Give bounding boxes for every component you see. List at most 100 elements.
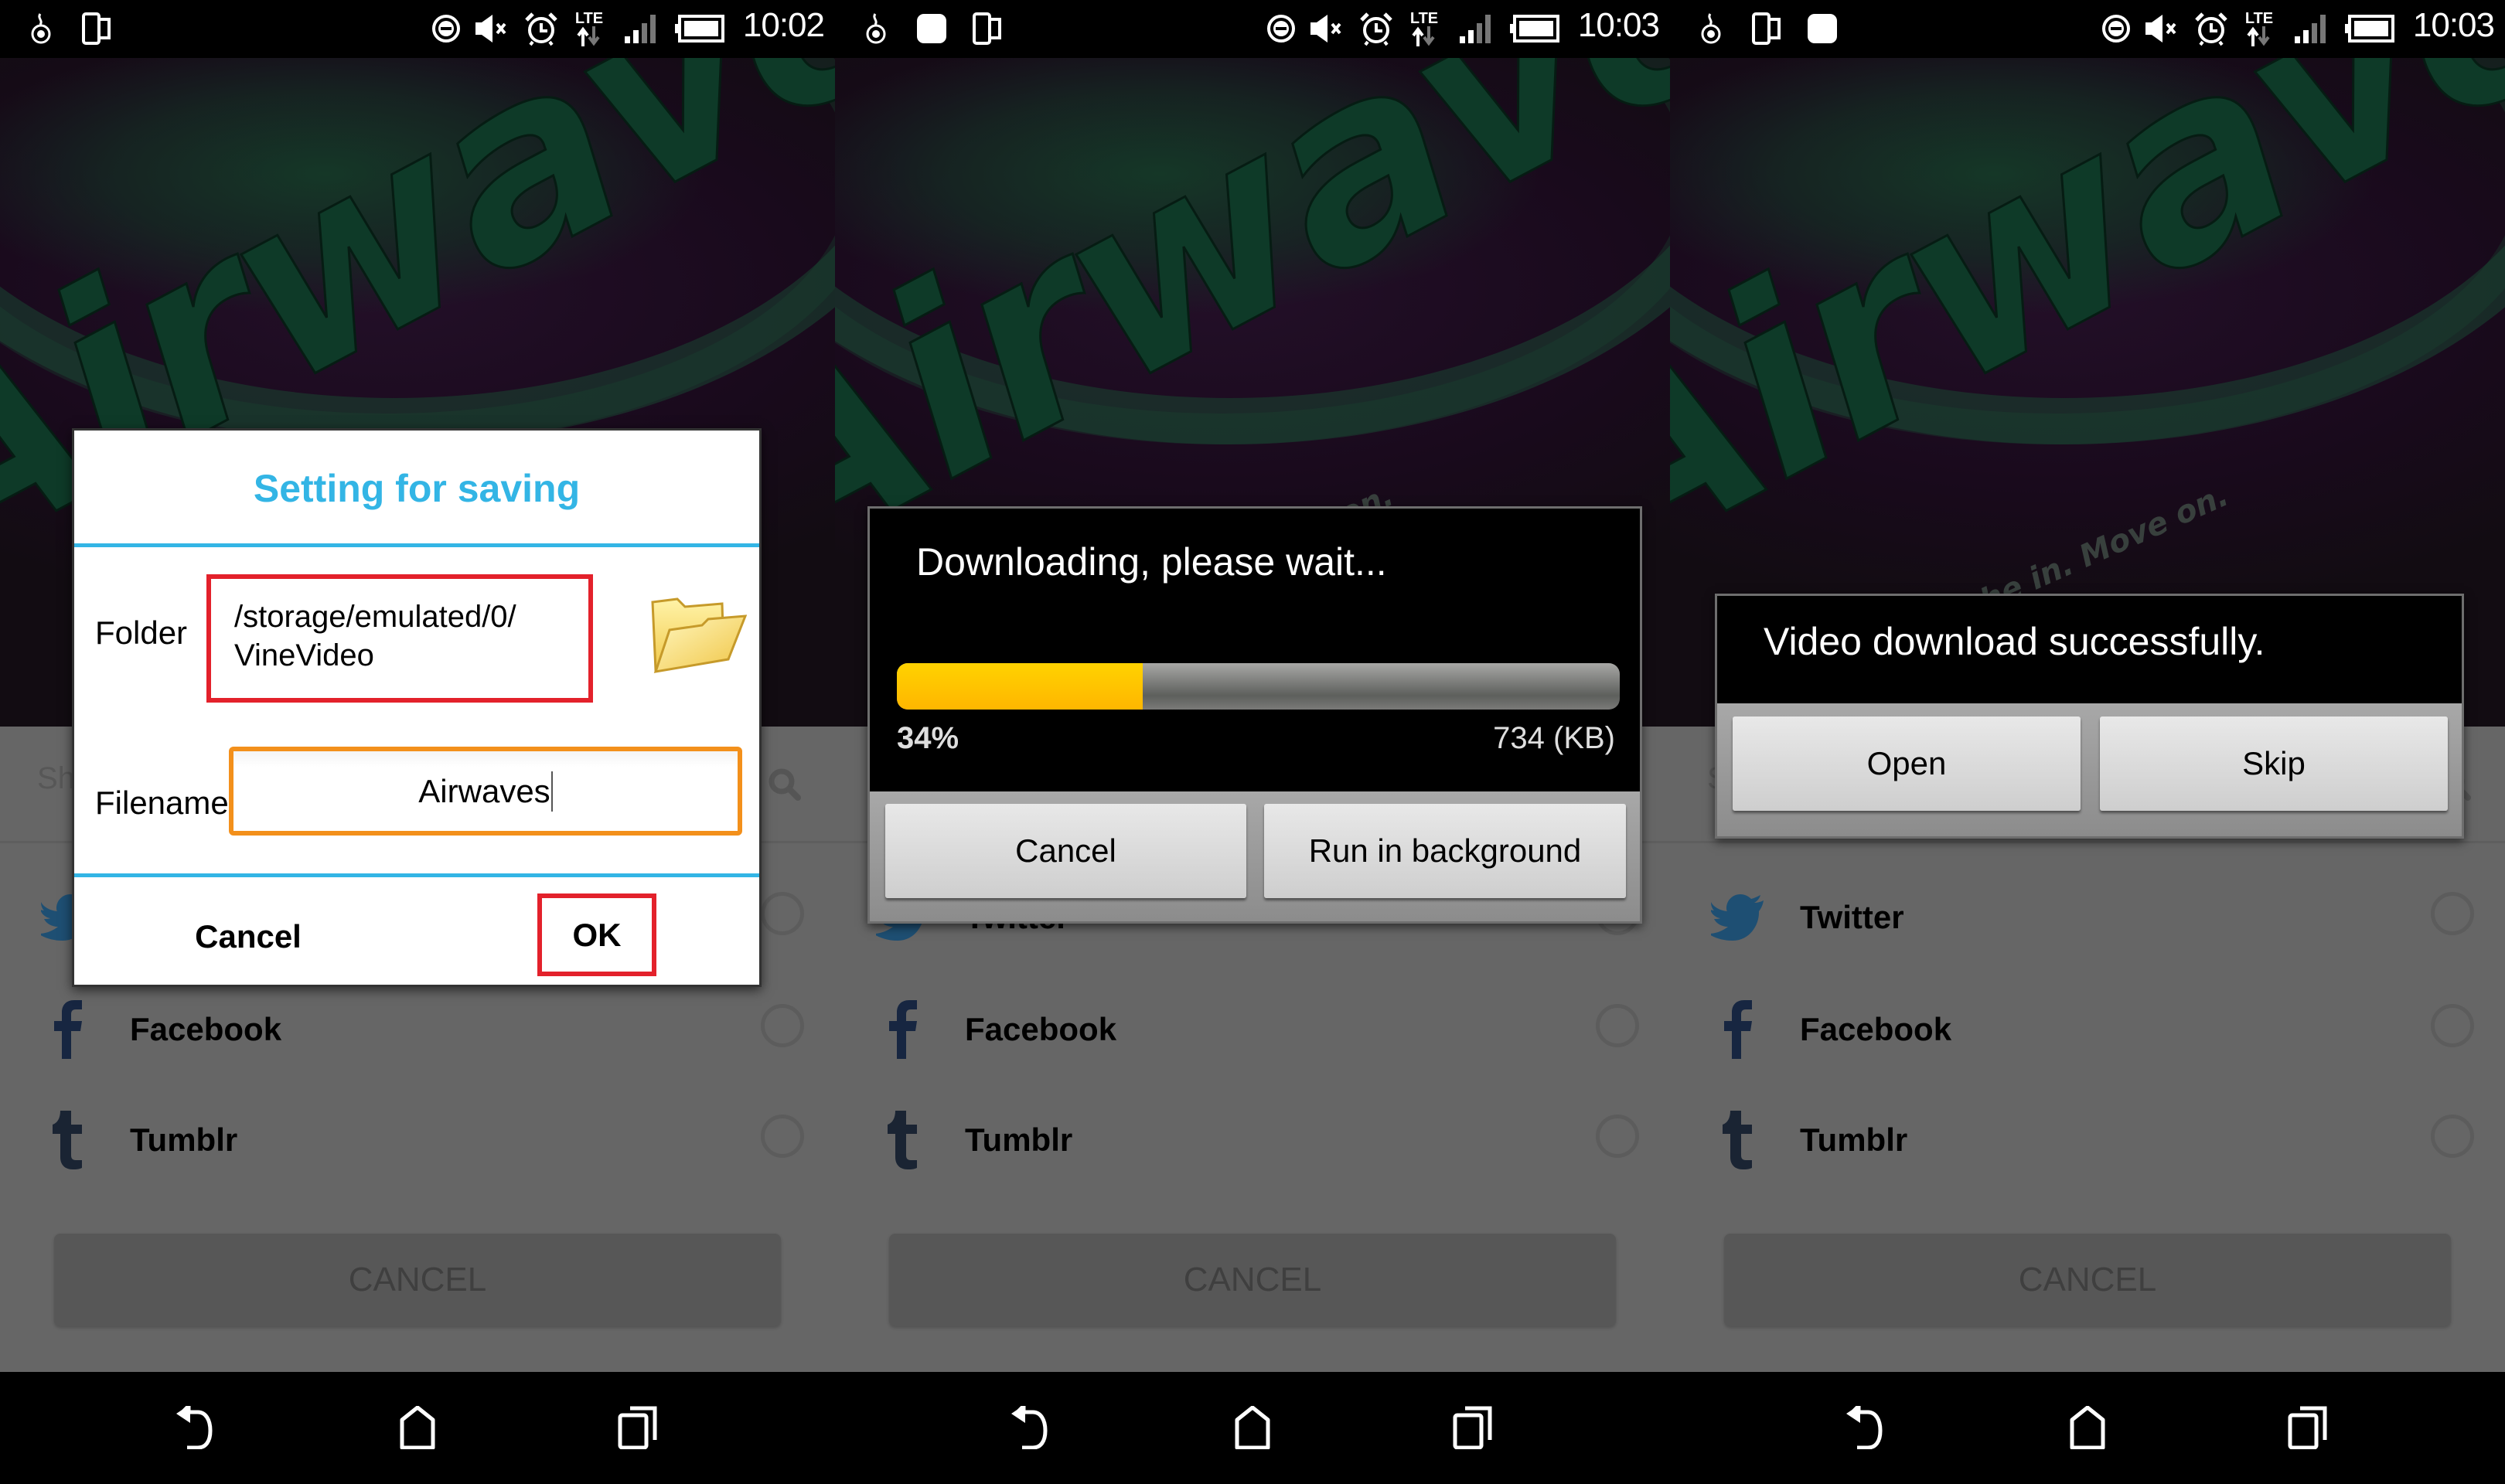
share-item-twitter[interactable]: Twitter (1670, 871, 2505, 964)
lte-data-icon: LTE (1407, 11, 1441, 46)
navigation-bar (0, 1372, 835, 1484)
lte-label: LTE (574, 10, 604, 27)
notification-square-icon (1805, 11, 1840, 46)
share-item-radio[interactable] (1596, 1004, 1639, 1047)
share-item-label: Tumblr (1800, 1122, 1908, 1158)
notification-square-icon (914, 11, 949, 46)
signal-icon (1457, 11, 1498, 46)
phone-screen-3: LTE 10:03 Airwaves Breathe in. Move on. … (1670, 0, 2505, 1484)
share-item-radio[interactable] (761, 1115, 804, 1158)
folder-path-line: /storage/emulated/0/ (234, 600, 516, 634)
ok-button[interactable]: OK (537, 893, 656, 976)
tumblr-icon (872, 1109, 934, 1171)
lte-label: LTE (2244, 10, 2274, 27)
phone-screen-2: LTE 10:03 Airwaves Breathe in. Move on. … (835, 0, 1670, 1484)
share-item-label: Tumblr (965, 1122, 1073, 1158)
alarm-icon (1357, 11, 1396, 46)
back-button[interactable] (169, 1404, 223, 1451)
cancel-download-button[interactable]: Cancel (885, 804, 1246, 898)
home-button[interactable] (2060, 1404, 2115, 1451)
open-video-button[interactable]: Open (1733, 716, 2081, 811)
battery-icon (674, 11, 725, 46)
status-bar: LTE 10:02 (0, 0, 835, 58)
share-item-label: Tumblr (130, 1122, 238, 1158)
save-settings-dialog: Setting for saving Folder /storage/emula… (72, 428, 762, 987)
share-item-tumblr[interactable]: Tumblr (835, 1094, 1670, 1186)
share-item-radio[interactable] (2431, 1115, 2474, 1158)
back-button[interactable] (1004, 1404, 1058, 1451)
recent-apps-icon (1453, 1406, 1492, 1449)
notification-app-icon (1693, 11, 1729, 46)
back-icon (1846, 1406, 1883, 1449)
signal-icon (2292, 11, 2333, 46)
share-item-radio[interactable] (761, 1004, 804, 1047)
home-icon (400, 1406, 435, 1449)
share-cancel-button[interactable]: CANCEL (1724, 1234, 2451, 1326)
lte-label: LTE (1409, 10, 1439, 27)
status-bar: LTE 10:03 (835, 0, 1670, 58)
status-time: 10:03 (1577, 6, 1660, 44)
filename-input[interactable]: Airwaves (229, 747, 742, 836)
share-item-label: Facebook (1800, 1011, 1952, 1047)
share-item-facebook[interactable]: Facebook (1670, 983, 2505, 1076)
battery-icon (2344, 11, 2395, 46)
signal-icon (622, 11, 663, 46)
skip-button[interactable]: Skip (2100, 716, 2448, 811)
mute-icon (473, 11, 513, 46)
share-item-radio[interactable] (761, 892, 804, 935)
facebook-icon (37, 999, 99, 1060)
mute-icon (2143, 11, 2183, 46)
recent-apps-button[interactable] (1447, 1404, 1501, 1451)
home-button[interactable] (390, 1404, 445, 1451)
share-item-tumblr[interactable]: Tumblr (1670, 1094, 2505, 1186)
share-cancel-button[interactable]: CANCEL (54, 1234, 781, 1326)
folder-browse-icon[interactable] (646, 585, 748, 678)
mute-icon (1308, 11, 1348, 46)
success-message: Video download successfully. (1764, 620, 2265, 663)
home-button[interactable] (1225, 1404, 1280, 1451)
alarm-icon (522, 11, 561, 46)
screen-rotate-icon (79, 11, 114, 46)
status-time: 10:03 (2412, 6, 2495, 44)
lte-data-icon: LTE (2242, 11, 2276, 46)
share-item-radio[interactable] (2431, 1004, 2474, 1047)
facebook-icon (872, 999, 934, 1060)
dialog-button-bar: Open Skip (1717, 703, 2462, 836)
facebook-icon (1707, 999, 1769, 1060)
run-in-background-button[interactable]: Run in background (1264, 804, 1626, 898)
folder-path-field[interactable]: /storage/emulated/0/ VineVideo (206, 574, 593, 703)
tumblr-icon (1707, 1109, 1769, 1171)
lte-data-icon: LTE (572, 11, 606, 46)
progress-bar (897, 663, 1620, 710)
share-item-radio[interactable] (2431, 892, 2474, 935)
battery-icon (1509, 11, 1560, 46)
screen-rotate-icon (970, 11, 1005, 46)
status-bar: LTE 10:03 (1670, 0, 2505, 58)
alarm-icon (2192, 11, 2231, 46)
progress-bar-fill (897, 663, 1143, 710)
share-item-facebook[interactable]: Facebook (0, 983, 835, 1076)
twitter-icon (1707, 887, 1769, 948)
download-progress-dialog: Downloading, please wait... 34% 734 (KB)… (867, 506, 1642, 924)
back-icon (1011, 1406, 1048, 1449)
folder-path-line: VineVideo (234, 638, 374, 672)
share-item-radio[interactable] (1596, 1115, 1639, 1158)
home-icon (2070, 1406, 2105, 1449)
progress-message: Downloading, please wait... (916, 540, 1387, 584)
recent-apps-icon (2288, 1406, 2327, 1449)
share-item-label: Facebook (130, 1011, 282, 1047)
recent-apps-button[interactable] (612, 1404, 666, 1451)
recent-apps-button[interactable] (2282, 1404, 2336, 1451)
dialog-button-bar: Cancel Run in background (870, 791, 1640, 921)
cancel-button[interactable]: Cancel (175, 910, 322, 964)
search-icon[interactable] (767, 767, 803, 806)
status-time: 10:02 (742, 6, 825, 44)
filename-label: Filename (95, 785, 229, 821)
title-divider (74, 543, 759, 547)
share-item-tumblr[interactable]: Tumblr (0, 1094, 835, 1186)
do-not-disturb-icon (429, 11, 463, 46)
share-item-facebook[interactable]: Facebook (835, 983, 1670, 1076)
text-cursor (550, 771, 553, 812)
share-cancel-button[interactable]: CANCEL (889, 1234, 1616, 1326)
back-button[interactable] (1839, 1404, 1893, 1451)
